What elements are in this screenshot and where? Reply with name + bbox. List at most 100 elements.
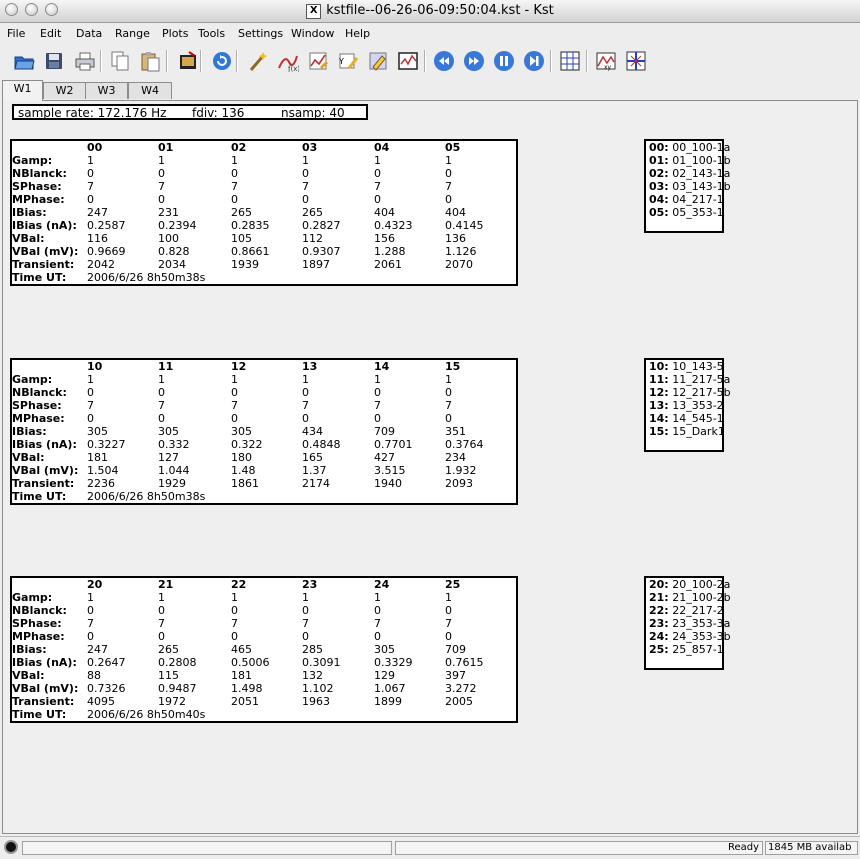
table-cell: 2005	[445, 695, 473, 708]
table-cell: 305	[158, 425, 179, 438]
table-cell: 1	[158, 591, 165, 604]
legend-value: 12_217-5b	[672, 386, 731, 399]
table-cell: 1	[158, 373, 165, 386]
table-cell: 1.48	[231, 464, 256, 477]
channel-header: 00	[87, 141, 103, 154]
menu-file[interactable]: File	[7, 27, 25, 40]
table-cell: 116	[87, 232, 108, 245]
table-cell: 129	[374, 669, 395, 682]
menu-edit[interactable]: Edit	[40, 27, 61, 40]
table-cell: 305	[231, 425, 252, 438]
menu-data[interactable]: Data	[76, 27, 102, 40]
zoom-button[interactable]	[624, 49, 648, 73]
table-cell: 7	[302, 399, 309, 412]
plot-dialog-button[interactable]: xy	[594, 49, 618, 73]
table-cell: 0	[231, 167, 238, 180]
table-cell: 0	[302, 193, 309, 206]
table-cell: 0	[374, 412, 381, 425]
table-cell: 265	[158, 643, 179, 656]
table-cell: 2042	[87, 258, 115, 271]
back-button[interactable]	[432, 49, 456, 73]
reload-button[interactable]	[210, 49, 234, 73]
table-cell: 234	[445, 451, 466, 464]
table-cell: 0	[231, 386, 238, 399]
table-cell: 1	[231, 591, 238, 604]
table-cell: 0.3764	[445, 438, 484, 451]
paste-button[interactable]	[138, 49, 162, 73]
save-button[interactable]	[42, 49, 66, 73]
tab-w4[interactable]: W4	[128, 82, 172, 99]
row-label: MPhase:	[12, 412, 65, 425]
table-cell: 1	[87, 154, 94, 167]
legend-value: 10_143-5	[672, 360, 724, 373]
grid-button[interactable]	[558, 49, 582, 73]
menu-settings[interactable]: Settings	[238, 27, 283, 40]
legend-key: 10:	[649, 360, 669, 373]
row-label: SPhase:	[12, 180, 62, 193]
legend-item: 23: 23_353-3a	[649, 618, 730, 630]
tab-w1[interactable]: W1	[2, 80, 43, 101]
label-button[interactable]: Y	[336, 49, 360, 73]
status-state: Ready	[395, 841, 763, 855]
menu-window[interactable]: Window	[291, 27, 334, 40]
table-cell: 0.9669	[87, 245, 126, 258]
print-button[interactable]	[73, 49, 97, 73]
plot-wizard-button[interactable]: ƒ(x)	[276, 49, 300, 73]
legend-value: 11_217-5a	[672, 373, 731, 386]
toolbar-separator	[166, 50, 168, 72]
toolbar-separator	[100, 50, 102, 72]
table-cell: 1	[231, 373, 238, 386]
export-button[interactable]	[176, 49, 200, 73]
draw-button[interactable]	[366, 49, 390, 73]
legend-item: 10: 10_143-5	[649, 361, 724, 373]
pause-button[interactable]	[492, 49, 516, 73]
export-icon	[180, 51, 196, 69]
open-button[interactable]	[12, 49, 36, 73]
table-cell: 0	[445, 412, 452, 425]
memory-status: 1845 MB availab	[765, 841, 858, 855]
copy-button[interactable]	[108, 49, 132, 73]
table-cell: 180	[231, 451, 252, 464]
menu-plots[interactable]: Plots	[162, 27, 188, 40]
tab-w2[interactable]: W2	[43, 82, 86, 99]
table-cell: 0	[445, 604, 452, 617]
menu-tools[interactable]: Tools	[198, 27, 225, 40]
table-cell: 0.4323	[374, 219, 413, 232]
row-label: VBal (mV):	[12, 245, 79, 258]
table-cell: 265	[302, 206, 323, 219]
table-cell: 1972	[158, 695, 186, 708]
table-cell: 0	[445, 386, 452, 399]
table-cell: 1	[302, 154, 309, 167]
menu-range[interactable]: Range	[115, 27, 150, 40]
table-cell: 3.272	[445, 682, 477, 695]
end-button[interactable]	[522, 49, 546, 73]
table-cell: 1	[445, 591, 452, 604]
legend-item: 13: 13_353-2	[649, 400, 724, 412]
row-label: Time UT:	[12, 271, 67, 284]
channel-header: 02	[231, 141, 247, 154]
legend-item: 22: 22_217-2	[649, 605, 724, 617]
table-cell: 1	[158, 154, 165, 167]
table-cell: 0.3091	[302, 656, 341, 669]
table-cell: 0.332	[158, 438, 190, 451]
row-label: Transient:	[12, 477, 75, 490]
legend-item: 04: 04_217-1	[649, 194, 724, 206]
draw-icon	[369, 52, 387, 71]
legend-item: 02: 02_143-1a	[649, 168, 730, 180]
table-cell: 1929	[158, 477, 186, 490]
forward-button[interactable]	[462, 49, 486, 73]
menu-help[interactable]: Help	[345, 27, 370, 40]
table-cell: 0	[87, 167, 94, 180]
edit-plot-button[interactable]	[306, 49, 330, 73]
table-cell: 7	[231, 617, 238, 630]
graph-button[interactable]	[396, 49, 420, 73]
title-bar: Xkstfile--06-26-06-09:50:04.kst - Kst	[0, 0, 860, 23]
row-label: IBias:	[12, 425, 47, 438]
table-cell: 1.126	[445, 245, 477, 258]
tab-w3[interactable]: W3	[85, 82, 128, 99]
table-cell: 0	[445, 193, 452, 206]
legend-value: 02_143-1a	[672, 167, 731, 180]
table-cell: 231	[158, 206, 179, 219]
data-wizard-button[interactable]	[246, 49, 270, 73]
table-cell: 132	[302, 669, 323, 682]
